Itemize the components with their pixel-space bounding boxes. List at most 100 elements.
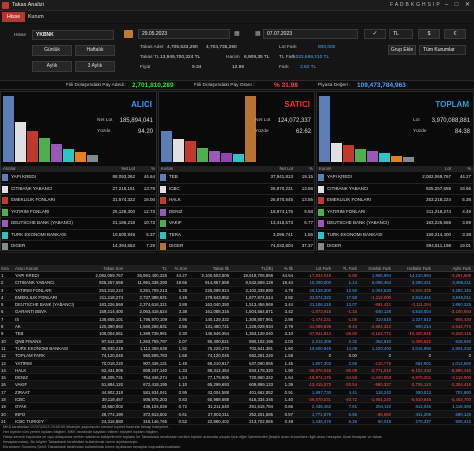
table-row[interactable]: TERA 3,096,741 1.56 (159, 230, 314, 241)
table-row[interactable]: 11 TURK EKONOMI BANKASI 85,830,219 1,112,35… (0, 345, 474, 353)
table-cell: 15 (1, 375, 6, 381)
hisse-input[interactable]: YKBNK (32, 30, 114, 40)
table-row[interactable]: YATIRIM FONLARI 211,218,274 4.49 (317, 207, 473, 218)
3aylik-button[interactable]: 3 Aylık (75, 61, 115, 72)
column-header[interactable]: Lot Fark (294, 265, 332, 271)
column-header[interactable]: % İlk (274, 265, 294, 271)
maximize-icon[interactable]: □ (452, 1, 461, 10)
table-row[interactable]: 19 OYAK 33,650,002 436,104,026 0.72 31,211,54… (0, 403, 474, 411)
row-name: TEB (169, 174, 178, 179)
table-row[interactable]: EMEKLILIK FONLARI 31,574,322 16.00 (1, 195, 156, 207)
table-row[interactable]: TEB 37,941,813 19.15 (159, 172, 314, 184)
table-cell: HALK (15, 367, 27, 373)
menu-kurum[interactable]: Kurum (23, 12, 49, 22)
table-row[interactable]: ICBC 26,870,231 13.56 (159, 184, 314, 195)
dollar-button[interactable]: $ (418, 29, 440, 39)
calendar-end-icon[interactable]: ▦ (255, 30, 261, 37)
table-row[interactable]: 6 GARANTI BBVA 159,214,400 2,063,418,624 3.3… (0, 308, 474, 316)
alici-yuzde-label: Yüzde (97, 129, 111, 134)
table-row[interactable]: 15 DENIZ 58,205,731 754,346,274 1.24 77,179,9… (0, 374, 474, 382)
table-row[interactable]: DEUTSCHE BANK (YABANCI) 183,226,568 3.89 (317, 218, 473, 230)
table-row[interactable]: 16 VAKIF 51,884,120 672,418,195 1.10 65,299,6… (0, 381, 474, 389)
table-row[interactable]: DEUTSCHE BANK (YABANCI) 21,186,218 10.73 (1, 218, 156, 230)
menu-hisse[interactable]: Hisse (2, 12, 26, 22)
table-row[interactable]: DIGER 894,811,198 19.01 (317, 241, 473, 253)
table-row[interactable]: VAKIF 13,415,573 6.77 (159, 218, 314, 230)
table-cell: 1,771,879 (311, 411, 331, 417)
table-row[interactable]: 14 HALK 62,441,909 809,247,140 1.33 89,312,45… (0, 366, 474, 375)
table-cell: 925,257,658 (99, 280, 123, 286)
table-row[interactable]: 13 YATIRIM 70,018,220 907,436,131 1.49 68,210… (0, 360, 474, 367)
check-icon[interactable]: ✓ (364, 29, 386, 39)
table-row[interactable]: 18 ICBC 39,118,457 506,975,203 0.83 65,988,68… (0, 396, 474, 404)
table-cell: YAPI KREDI (15, 273, 39, 278)
table-cell: 2.79 (284, 324, 293, 330)
row-name-cell: HALK (159, 195, 251, 206)
table-row[interactable]: DIGER 14,394,652 7.29 (1, 241, 156, 253)
table-row[interactable]: 4 EMEKLILIK FONLARI 211,218,274 2,737,388,8… (0, 293, 474, 302)
table-cell: -26,870,545 (308, 367, 331, 373)
aylik-button[interactable]: Aylık (32, 61, 72, 72)
table-row[interactable]: HALK 26,870,545 13.56 (159, 195, 314, 207)
kurum-select[interactable]: Tüm Kurumlar (419, 45, 466, 55)
table-row[interactable]: 5 DEUTSCHE BANK (YABANCI) 183,226,568 2,374… (0, 301, 474, 309)
satici-table: Kırılan Net Lot% TEB 37,941,813 19.15 ICBC 26,… (159, 166, 314, 253)
start-date-input[interactable]: 29.05.2023 (138, 29, 230, 39)
table-cell: 3,281,708,213 (139, 287, 167, 293)
euro-button[interactable]: € (444, 29, 466, 39)
table-row[interactable]: CITIBANK YABANCI 925,257,658 19.66 (317, 184, 473, 195)
table-row[interactable]: 8 AK 120,390,882 1,560,265,831 2.56 131,480,7… (0, 323, 474, 331)
table-row[interactable]: YATIRIM FONLARI 25,128,300 12.73 (1, 207, 156, 218)
row-name-cell: CITIBANK YABANCI (317, 184, 409, 195)
menu-bar: Hisse Kurum (0, 11, 474, 23)
table-cell: 14 (1, 367, 6, 373)
title-shortcut-letters[interactable]: F A D B K G H S I P (390, 2, 440, 8)
table-cell: 95,300,021 (207, 338, 229, 344)
table-row[interactable]: EMEKLILIK FONLARI 253,218,224 5.38 (317, 195, 473, 207)
note-line: Ekranların Sunulma Şekli: Takasbank tara… (3, 445, 182, 450)
table-row[interactable]: YAPI KREDI 2,082,069,767 44.27 (317, 172, 473, 184)
column-header[interactable]: TL Fark (332, 265, 358, 271)
haftalik-button[interactable]: Haftalık (75, 45, 115, 56)
table-row[interactable]: DENIZ 18,974,175 9.58 (159, 207, 314, 218)
table-row[interactable]: CITIBANK YABANCI 27,216,151 13.79 (1, 184, 156, 195)
close-icon[interactable]: ✕ (463, 1, 472, 10)
table-row[interactable]: 7 IS 138,655,101 1,796,970,109 2.95 140,129,3… (0, 316, 474, 324)
table-row[interactable]: TURK EKONOMI BANKASI 10,600,949 5.37 (1, 230, 156, 241)
currency-select[interactable]: TL (389, 29, 413, 39)
column-header[interactable]: Haftalık Fark (392, 265, 432, 271)
briefcase-icon[interactable] (124, 30, 133, 38)
table-row[interactable]: 17 ZIRAAT 44,902,318 581,934,041 0.95 43,004,… (0, 389, 474, 397)
gunluk-button[interactable]: Günlük (32, 45, 72, 56)
table-cell: 1,399,738,981 (139, 331, 167, 337)
table-cell: -2,304,415 (450, 382, 471, 388)
table-row[interactable]: 20 INFO 28,774,190 372,913,502 0.61 27,002,31… (0, 410, 474, 418)
table-row[interactable]: 9 TEB 108,004,551 1,399,738,981 2.30 145,946,… (0, 330, 474, 338)
table-row[interactable]: DIGER 74,032,804 37.37 (159, 241, 314, 253)
table-row[interactable]: 12 TOPLAM FARK 74,120,045 960,595,783 1.58 74… (0, 352, 474, 360)
table-row[interactable]: 1 YAPI KREDI 2,082,069,767 26,991,400,325 44… (0, 272, 474, 280)
minimize-icon[interactable]: – (442, 1, 451, 10)
column-header[interactable]: Takas İlk (188, 265, 230, 271)
table-row[interactable]: 10 QNB FINANS 97,512,330 1,263,759,797 2.07 9… (0, 337, 474, 345)
table-row[interactable]: 3 YATIRIM FONLARI 253,218,224 3,281,708,213… (0, 287, 474, 294)
column-header[interactable]: Takas Son (82, 265, 124, 271)
column-header[interactable]: Sıra (0, 265, 14, 271)
table-row[interactable]: 2 CITIBANK YABANCI 925,257,658 11,991,338,2… (0, 279, 474, 287)
row-name: HALK (169, 197, 181, 202)
column-header[interactable]: TL (124, 265, 168, 271)
app-logo-icon (2, 2, 9, 9)
column-header[interactable]: % Son (168, 265, 188, 271)
table-row[interactable]: TURK EKONOMI BANKASI 159,214,400 3.38 (317, 230, 473, 241)
table-cell: 183,226,568 (99, 302, 123, 308)
column-header[interactable]: Günlük Fark (358, 265, 392, 271)
calendar-start-icon[interactable]: ▦ (234, 30, 240, 37)
table-row[interactable]: YAPI KREDI 88,093,362 44.64 (1, 172, 156, 184)
toplam-bar (331, 142, 342, 162)
column-header[interactable]: Aracı Kurum (14, 265, 82, 271)
column-header[interactable]: Aylık Fark (432, 265, 472, 271)
column-header[interactable]: TL(İlk) (230, 265, 274, 271)
end-date-input[interactable]: 07.07.2023 (263, 29, 358, 39)
grup-ekle-button[interactable]: Grup Ekle (388, 45, 416, 55)
table-cell: 441,209 (415, 411, 431, 417)
